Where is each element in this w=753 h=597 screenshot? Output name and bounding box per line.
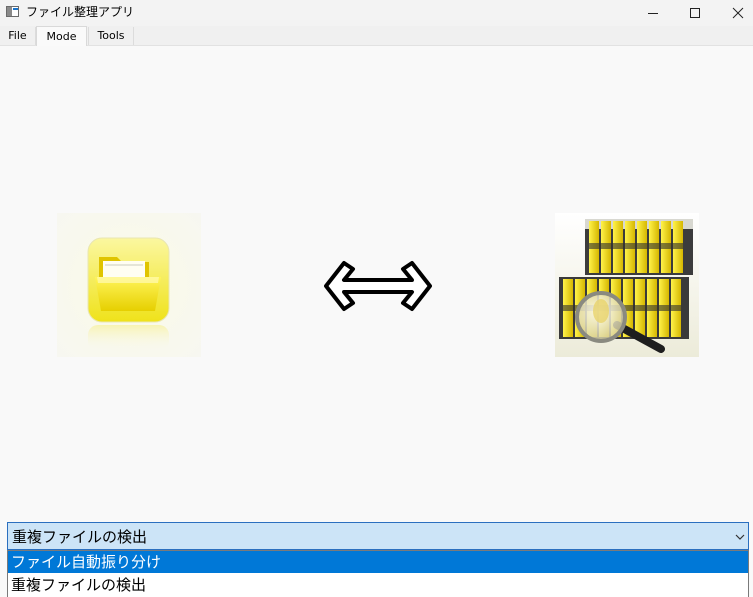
double-arrow-icon [324, 261, 432, 311]
close-icon [732, 7, 744, 19]
tab-file[interactable]: File [0, 27, 36, 45]
chevron-down-icon [735, 534, 745, 540]
mode-option-duplicate-detect[interactable]: 重複ファイルの検出 [8, 574, 748, 596]
maximize-button[interactable] [672, 0, 718, 26]
title-bar: ファイル整理アプリ [0, 0, 753, 26]
file-archive-magnifier-image [555, 213, 699, 357]
menu-bar: File Mode Tools [0, 26, 753, 46]
minimize-icon [648, 13, 658, 14]
app-icon [6, 6, 19, 17]
tab-mode[interactable]: Mode [36, 26, 87, 46]
mode-select-value: 重複ファイルの検出 [12, 528, 148, 546]
mode-select[interactable]: 重複ファイルの検出 [7, 522, 749, 550]
close-button[interactable] [715, 0, 753, 26]
folder-icon [57, 213, 201, 357]
tab-tools[interactable]: Tools [88, 27, 134, 45]
minimize-button[interactable] [630, 0, 676, 26]
window-title: ファイル整理アプリ [26, 5, 135, 19]
mode-option-auto-sort[interactable]: ファイル自動振り分け [8, 551, 748, 573]
mode-select-dropdown: ファイル自動振り分け 重複ファイルの検出 [7, 550, 749, 597]
maximize-icon [690, 8, 700, 18]
